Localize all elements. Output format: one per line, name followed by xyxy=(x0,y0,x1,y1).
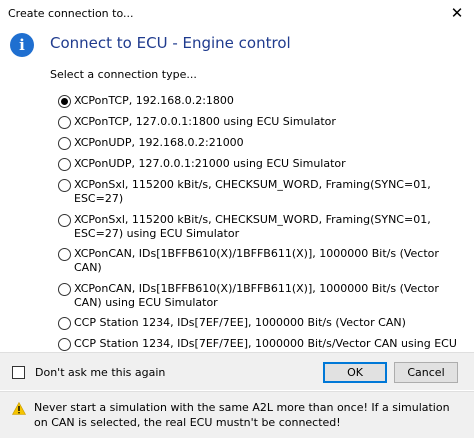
connection-option-label: XCPonCAN, IDs[1BFFB610(X)/1BFFB611(X)], … xyxy=(74,282,439,309)
radio-button[interactable] xyxy=(58,283,71,296)
connection-option[interactable]: XCPonCAN, IDs[1BFFB610(X)/1BFFB611(X)], … xyxy=(58,247,458,275)
connection-option-label: XCPonTCP, 127.0.0.1:1800 using ECU Simul… xyxy=(74,115,336,128)
radio-button[interactable] xyxy=(58,317,71,330)
radio-button[interactable] xyxy=(58,116,71,129)
radio-button[interactable] xyxy=(58,214,71,227)
title-bar: Create connection to... ✕ xyxy=(0,0,474,28)
connection-option[interactable]: CCP Station 1234, IDs[7EF/7EE], 1000000 … xyxy=(58,316,458,330)
connection-option[interactable]: XCPonSxl, 115200 kBit/s, CHECKSUM_WORD, … xyxy=(58,213,458,241)
dont-ask-label: Don't ask me this again xyxy=(35,366,166,379)
connection-option-label: XCPonTCP, 192.168.0.2:1800 xyxy=(74,94,234,107)
warning-banner: Never start a simulation with the same A… xyxy=(0,391,474,438)
dialog-prompt: Select a connection type... xyxy=(50,68,197,81)
connection-option-label: CCP Station 1234, IDs[7EF/7EE], 1000000 … xyxy=(74,316,406,329)
dialog-heading: Connect to ECU - Engine control xyxy=(50,34,291,52)
warning-icon xyxy=(12,402,26,415)
connection-option-label: XCPonUDP, 192.168.0.2:21000 xyxy=(74,136,244,149)
radio-button[interactable] xyxy=(58,95,71,108)
connection-option[interactable]: XCPonUDP, 192.168.0.2:21000 xyxy=(58,136,458,150)
dont-ask-checkbox[interactable] xyxy=(12,366,25,379)
connection-option[interactable]: XCPonCAN, IDs[1BFFB610(X)/1BFFB611(X)], … xyxy=(58,282,458,310)
radio-button[interactable] xyxy=(58,248,71,261)
connection-option[interactable]: XCPonTCP, 192.168.0.2:1800 xyxy=(58,94,458,108)
dont-ask-checkbox-row[interactable]: Don't ask me this again xyxy=(12,366,165,379)
cancel-button[interactable]: Cancel xyxy=(394,362,458,383)
radio-button[interactable] xyxy=(58,158,71,171)
connection-option[interactable]: XCPonUDP, 127.0.0.1:21000 using ECU Simu… xyxy=(58,157,458,171)
connection-option-label: XCPonSxl, 115200 kBit/s, CHECKSUM_WORD, … xyxy=(74,178,431,205)
connection-option[interactable]: XCPonTCP, 127.0.0.1:1800 using ECU Simul… xyxy=(58,115,458,129)
connection-option-label: XCPonSxl, 115200 kBit/s, CHECKSUM_WORD, … xyxy=(74,213,431,240)
connection-option-label: XCPonUDP, 127.0.0.1:21000 using ECU Simu… xyxy=(74,157,346,170)
dialog-footer: Don't ask me this again OK Cancel xyxy=(0,352,474,390)
connection-option-label: XCPonCAN, IDs[1BFFB610(X)/1BFFB611(X)], … xyxy=(74,247,439,274)
warning-text: Never start a simulation with the same A… xyxy=(34,401,450,429)
ok-button[interactable]: OK xyxy=(323,362,387,383)
close-icon[interactable]: ✕ xyxy=(446,2,468,24)
radio-button[interactable] xyxy=(58,179,71,192)
connection-option[interactable]: XCPonSxl, 115200 kBit/s, CHECKSUM_WORD, … xyxy=(58,178,458,206)
radio-button[interactable] xyxy=(58,137,71,150)
radio-button[interactable] xyxy=(58,338,71,351)
info-icon: i xyxy=(10,33,34,57)
connection-options: XCPonTCP, 192.168.0.2:1800 XCPonTCP, 127… xyxy=(58,94,458,365)
window-title: Create connection to... xyxy=(8,7,134,20)
